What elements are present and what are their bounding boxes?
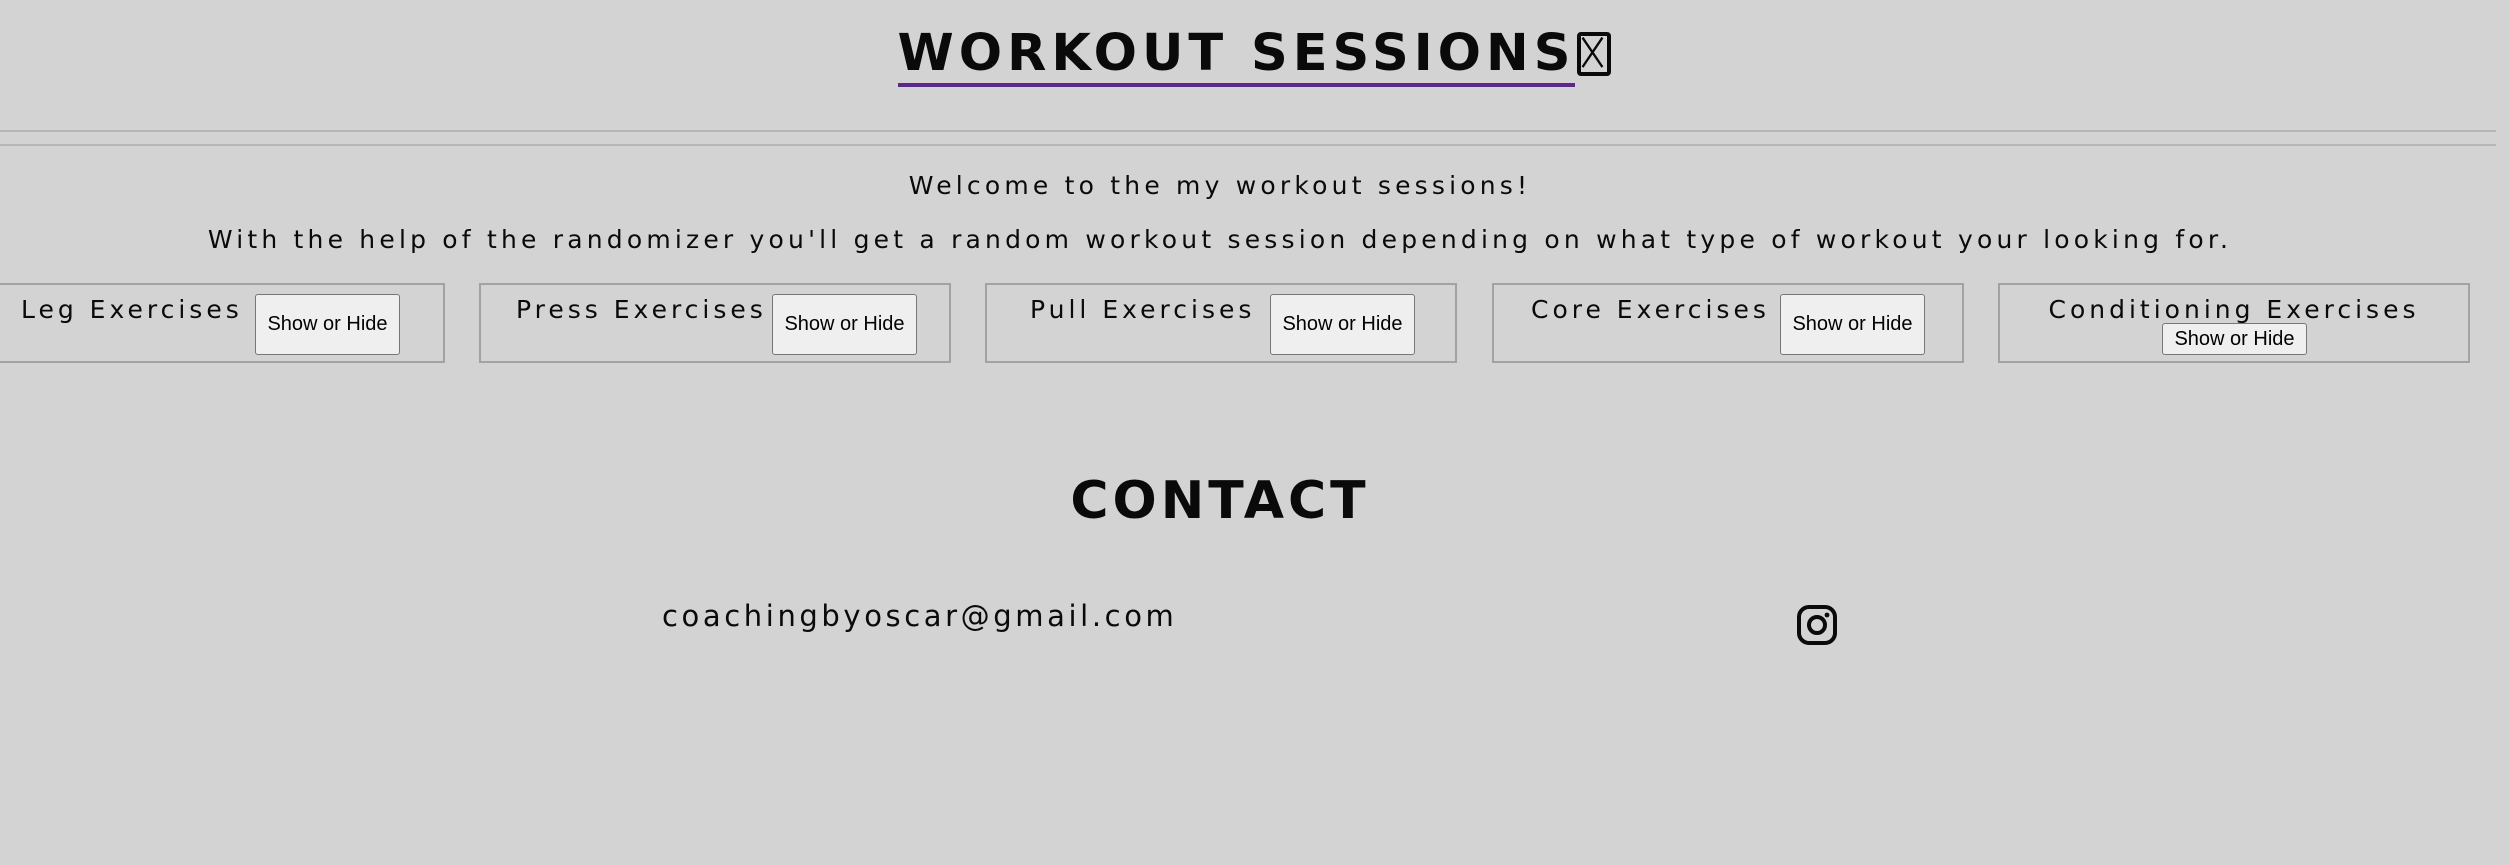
header-divider-top — [0, 130, 2496, 132]
page-title-link[interactable]: WORKOUT SESSIONS — [897, 24, 1576, 87]
header-divider-bottom — [0, 144, 2496, 146]
press-show-hide-button[interactable]: Show or Hide — [772, 294, 917, 355]
pull-exercises-section: Pull Exercises Show or Hide — [985, 283, 1457, 363]
section-label-pull: Pull Exercises — [1030, 295, 1256, 324]
section-label-leg: Leg Exercises — [21, 295, 243, 324]
page-title: WORKOUT SESSIONS — [0, 24, 2509, 87]
instagram-icon[interactable] — [1796, 604, 1838, 646]
leg-exercises-section: Leg Exercises Show or Hide — [0, 283, 445, 363]
section-label-core: Core Exercises — [1531, 295, 1770, 324]
press-exercises-section: Press Exercises Show or Hide — [479, 283, 951, 363]
core-show-hide-button[interactable]: Show or Hide — [1780, 294, 1925, 355]
core-exercises-section: Core Exercises Show or Hide — [1492, 283, 1964, 363]
section-label-conditioning: Conditioning Exercises — [2048, 295, 2420, 324]
missing-glyph-icon — [1577, 32, 1612, 76]
pull-show-hide-button[interactable]: Show or Hide — [1270, 294, 1415, 355]
contact-email-link[interactable]: coachingbyoscar@gmail.com — [662, 598, 1177, 634]
section-label-press: Press Exercises — [516, 295, 767, 324]
contact-title: CONTACT — [1070, 471, 1370, 531]
conditioning-exercises-section: Conditioning Exercises Show or Hide — [1998, 283, 2470, 363]
conditioning-show-hide-button[interactable]: Show or Hide — [2162, 323, 2307, 355]
welcome-text: Welcome to the my workout sessions! — [908, 171, 1532, 200]
intro-description: With the help of the randomizer you'll g… — [207, 225, 2233, 254]
leg-show-hide-button[interactable]: Show or Hide — [255, 294, 400, 355]
